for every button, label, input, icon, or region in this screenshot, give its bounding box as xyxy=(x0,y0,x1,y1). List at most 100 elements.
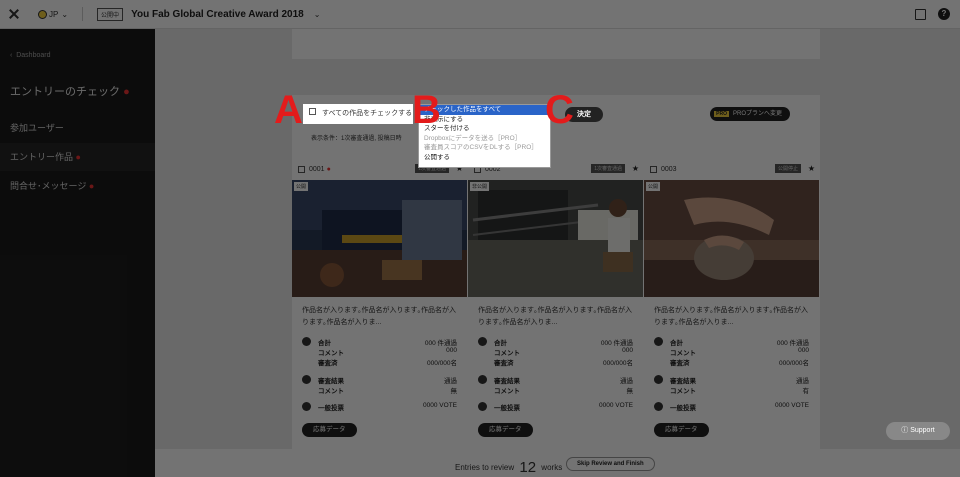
stat-value: 000/000名 xyxy=(779,360,809,367)
sidebar-heading: エントリーのチェック ● xyxy=(10,83,130,99)
entry-photo[interactable]: 非公開 xyxy=(468,180,643,297)
language-selector[interactable]: JP ⌄ xyxy=(38,9,68,19)
star-icon[interactable]: ★ xyxy=(632,164,639,173)
chevron-down-icon[interactable]: ⌄ xyxy=(314,10,321,19)
stat-label: コメント xyxy=(670,350,696,357)
entry-title: 作品名が入ります｡作品名が入ります｡作品名が入ります｡作品名が入りま... xyxy=(478,307,632,326)
entry-checkbox[interactable] xyxy=(298,165,305,173)
globe-icon xyxy=(38,9,47,19)
user-icon xyxy=(302,375,311,384)
user-icon xyxy=(654,375,663,384)
stat-value: 000 件通過 xyxy=(600,340,633,347)
sidebar-item-messages[interactable]: 問合せ･メッセージ ● xyxy=(0,172,155,200)
review-count: 12 xyxy=(519,459,537,476)
stat-value: 000 xyxy=(622,347,633,354)
help-icon: ⓘ xyxy=(901,427,909,434)
status-badge: 1次審査通過 xyxy=(591,164,625,173)
pro-upgrade-button[interactable]: PRO PROプランへ変更 xyxy=(710,107,790,121)
vote-icon xyxy=(478,402,487,411)
review-count-text: Entries to review 12 works xyxy=(455,457,562,476)
entry-card[interactable]: 0003 公開停止 ★ 公開 作品名が入ります｡作品名が入ります｡作品名が入りま… xyxy=(644,158,819,468)
pro-tag: PRO xyxy=(714,111,729,117)
event-title[interactable]: You Fab Global Creative Award 2018 xyxy=(131,9,304,20)
entry-card[interactable]: 0002 1次審査通過 ★ 非公開 作品名が入ります｡作品名が入ります｡作品名が… xyxy=(468,158,643,468)
skip-review-button[interactable]: Skip Review and Finish xyxy=(566,457,655,471)
stat-label: 審査済 xyxy=(494,360,514,367)
stat-value: 000 xyxy=(446,347,457,354)
card-body: 作品名が入ります｡作品名が入ります｡作品名が入ります｡作品名が入りま... 合計… xyxy=(644,297,819,468)
pro-upgrade-label: PROプランへ変更 xyxy=(732,111,782,117)
back-label: Dashboard xyxy=(16,52,51,59)
stat-value: 000/000名 xyxy=(427,360,457,367)
entry-id: 0001 xyxy=(309,165,325,173)
stat-value: 0000 VOTE xyxy=(775,402,809,409)
stat-value: 000 件通過 xyxy=(424,340,457,347)
sidebar-item-label: 問合せ･メッセージ xyxy=(10,181,87,191)
entry-checkbox[interactable] xyxy=(650,165,657,173)
annotation-label-c: C xyxy=(545,88,574,132)
dropdown-item[interactable]: 公開する xyxy=(419,153,550,163)
judge-icon xyxy=(302,337,311,346)
check-all-label: すべての作品をチェックする xyxy=(321,110,413,117)
status-badge: 公開停止 xyxy=(774,164,801,173)
vote-icon xyxy=(302,402,311,411)
help-icon[interactable]: ? xyxy=(938,8,950,20)
entry-data-button[interactable]: 応募データ xyxy=(478,423,533,437)
stat-value: 通過 xyxy=(620,378,633,385)
card-body: 作品名が入ります｡作品名が入ります｡作品名が入ります｡作品名が入りま... 合計… xyxy=(292,297,467,468)
stat-label: 審査結果 xyxy=(318,378,344,385)
entry-data-button[interactable]: 応募データ xyxy=(302,423,357,437)
sidebar-item-label: 参加ユーザー xyxy=(10,123,64,133)
entry-title: 作品名が入ります｡作品名が入ります｡作品名が入ります｡作品名が入りま... xyxy=(302,307,456,326)
stat-label: 一般投票 xyxy=(670,405,696,412)
status-badge: 公開中 xyxy=(97,7,124,21)
divider xyxy=(82,7,84,21)
visibility-badge: 非公開 xyxy=(470,182,490,191)
sidebar-item-users[interactable]: 参加ユーザー xyxy=(0,114,155,142)
language-label: JP xyxy=(49,9,59,19)
entry-photo[interactable]: 公開 xyxy=(644,180,819,297)
dropdown-item: 審査員スコアのCSVをDLする［PRO］ xyxy=(424,144,538,151)
stat-label: 合計 xyxy=(318,340,331,347)
back-to-dashboard[interactable]: ‹ Dashboard xyxy=(10,52,50,59)
check-all-checkbox[interactable] xyxy=(309,108,316,115)
required-dot: ● xyxy=(75,152,81,162)
star-icon[interactable]: ★ xyxy=(808,164,815,173)
entry-title: 作品名が入ります｡作品名が入ります｡作品名が入ります｡作品名が入りま... xyxy=(654,307,808,326)
support-button[interactable]: ⓘ Support xyxy=(886,422,950,440)
check-all-control[interactable]: すべての作品をチェックする xyxy=(303,104,413,124)
card-header: 0003 公開停止 ★ xyxy=(644,158,819,180)
stat-label: 審査済 xyxy=(670,360,690,367)
stat-label: 合計 xyxy=(670,340,683,347)
stat-value: 通過 xyxy=(444,378,457,385)
stat-label: 合計 xyxy=(494,340,507,347)
required-dot: ● xyxy=(123,86,130,98)
review-bar: Entries to review 12 works Skip Review a… xyxy=(155,449,960,477)
stat-value: 無 xyxy=(450,388,458,395)
stat-label: コメント xyxy=(318,388,344,395)
logo-icon[interactable] xyxy=(8,8,20,20)
user-icon xyxy=(478,375,487,384)
stat-label: 一般投票 xyxy=(318,405,344,412)
entry-photo[interactable]: 公開 xyxy=(292,180,467,297)
visibility-badge: 公開 xyxy=(294,182,309,191)
stat-label: コメント xyxy=(494,350,520,357)
top-card xyxy=(292,29,820,59)
sidebar-item-entries[interactable]: エントリー作品 ● xyxy=(0,143,155,171)
sidebar: ‹ Dashboard エントリーのチェック ● 参加ユーザー エントリー作品 … xyxy=(0,29,155,477)
photo-image xyxy=(644,180,819,297)
required-dot: ● xyxy=(326,165,331,173)
top-bar: JP ⌄ 公開中 You Fab Global Creative Award 2… xyxy=(0,0,960,29)
stat-value: 無 xyxy=(626,388,634,395)
filter-condition: 表示条件：1次審査通過, 投稿日時 xyxy=(311,136,402,142)
entry-data-button[interactable]: 応募データ xyxy=(654,423,709,437)
calendar-icon[interactable] xyxy=(915,8,926,20)
entry-card[interactable]: 0001 ● 1次審査通過 ★ 公開 作品名が入ります｡作品名が入ります｡作品名… xyxy=(292,158,467,468)
annotation-label-b: B xyxy=(412,88,441,132)
stat-label: 審査結果 xyxy=(494,378,520,385)
stat-label: コメント xyxy=(494,388,520,395)
vote-icon xyxy=(654,402,663,411)
judge-icon xyxy=(478,337,487,346)
stat-value: 0000 VOTE xyxy=(423,402,457,409)
stat-value: 通過 xyxy=(796,378,809,385)
